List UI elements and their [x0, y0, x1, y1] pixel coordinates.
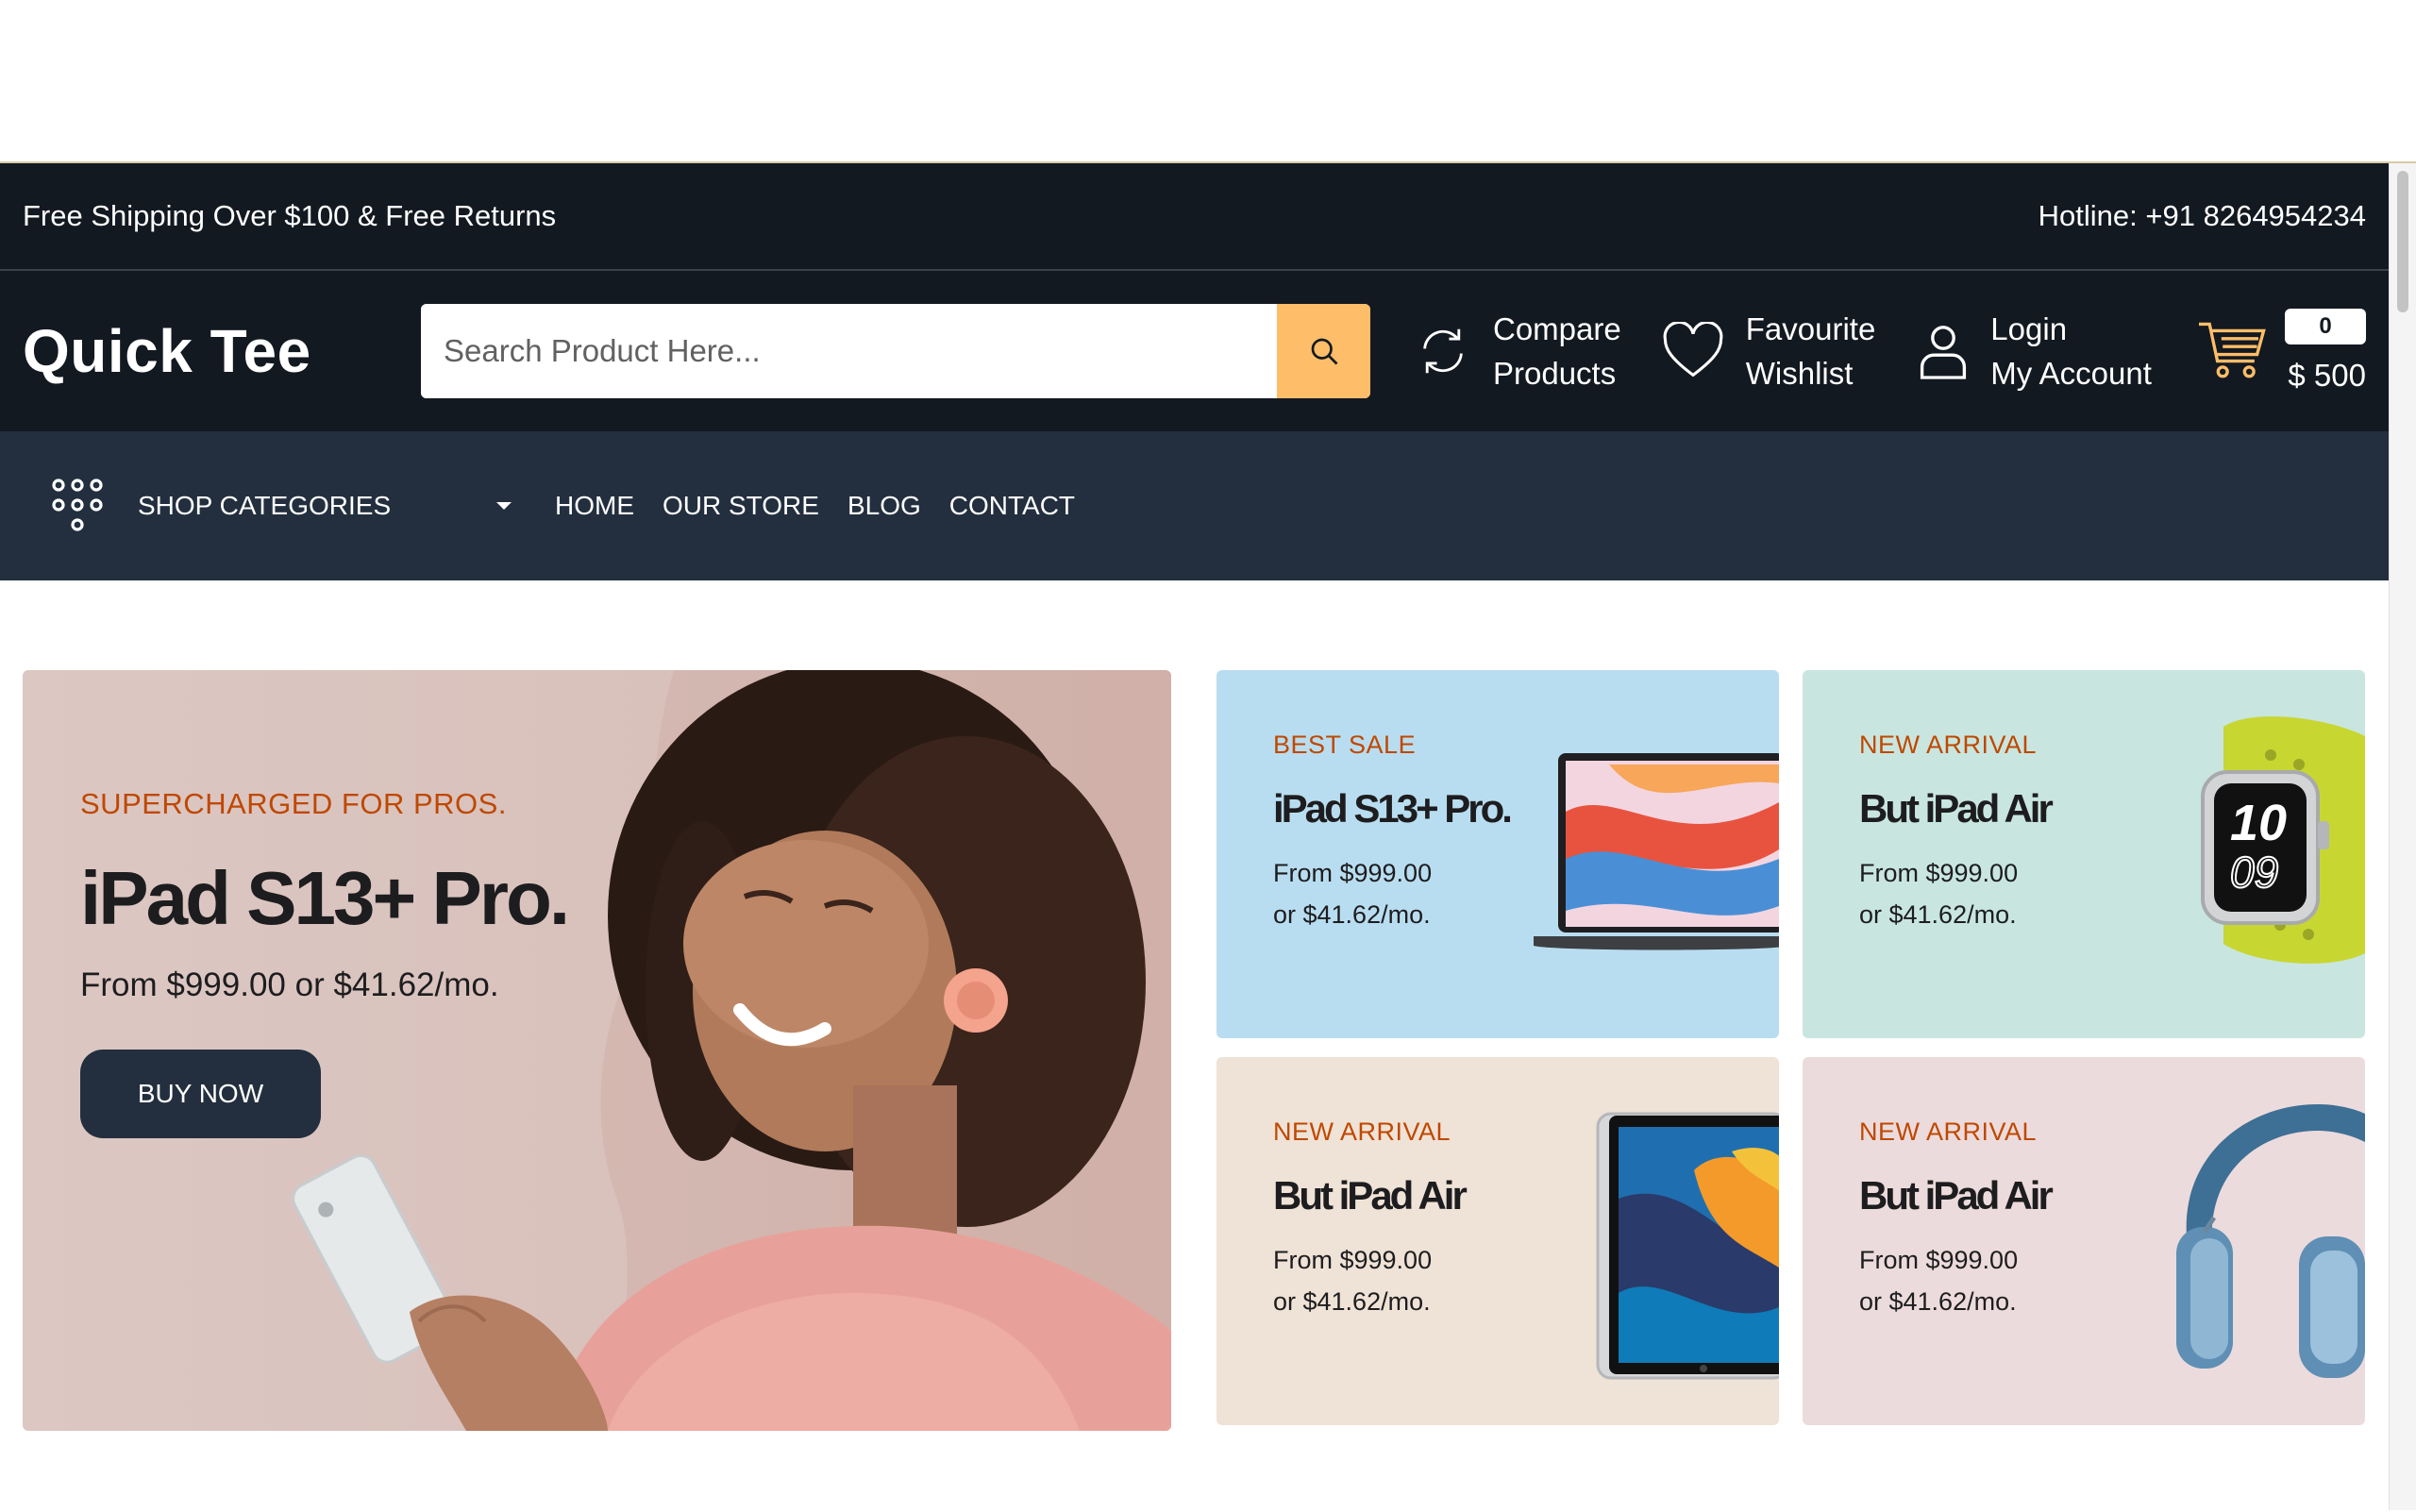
- nav-menu: HOME OUR STORE BLOG CONTACT: [555, 491, 1075, 521]
- card-price: From $999.00 or $41.62/mo.: [1859, 1239, 2051, 1322]
- scrollbar-thumb[interactable]: [2397, 171, 2408, 312]
- card-price-line1: From $999.00: [1859, 859, 2019, 887]
- hero-title: iPad S13+ Pro.: [80, 856, 570, 940]
- promo-card-new-arrival-watch[interactable]: 10 09 NEW ARRIVAL But iPad Air From $999…: [1803, 670, 2365, 1038]
- card-price-line2: or $41.62/mo.: [1859, 900, 2017, 929]
- nav-contact[interactable]: CONTACT: [949, 491, 1075, 521]
- card-price-line1: From $999.00: [1273, 1246, 1433, 1274]
- top-strip: Free Shipping Over $100 & Free Returns H…: [0, 163, 2389, 271]
- card-eyebrow: NEW ARRIVAL: [1859, 731, 2038, 759]
- card-title: iPad S13+ Pro.: [1273, 786, 1513, 831]
- hotline[interactable]: Hotline: +91 8264954234: [2038, 199, 2366, 233]
- hero-eyebrow: SUPERCHARGED FOR PROS.: [80, 787, 507, 820]
- account-line2: My Account: [1990, 356, 2152, 391]
- search-icon: [1311, 338, 1337, 365]
- card-price-line2: or $41.62/mo.: [1273, 1287, 1431, 1316]
- cart-button[interactable]: 0 $ 500: [2196, 309, 2366, 394]
- browser-blank-area: [0, 0, 2416, 163]
- site-logo[interactable]: Quick Tee: [23, 316, 421, 386]
- card-price-line1: From $999.00: [1859, 1246, 2019, 1274]
- main-header: Quick Tee Compare Products: [0, 271, 2389, 431]
- smartwatch-icon: 10 09: [2201, 716, 2365, 964]
- card-eyebrow: BEST SALE: [1273, 731, 1417, 759]
- cart-total: $ 500: [2288, 358, 2366, 393]
- laptop-icon: [1534, 753, 1779, 950]
- user-icon: [1917, 322, 1970, 380]
- heart-icon: [1661, 322, 1725, 380]
- nav-our-store[interactable]: OUR STORE: [663, 491, 819, 521]
- shipping-notice: Free Shipping Over $100 & Free Returns: [23, 199, 557, 232]
- promo-card-best-sale[interactable]: BEST SALE iPad S13+ Pro. From $999.00 or…: [1216, 670, 1779, 1038]
- shop-categories-label: SHOP CATEGORIES: [138, 491, 392, 520]
- chevron-down-icon: [496, 502, 512, 510]
- card-title: But iPad Air: [1859, 786, 2054, 831]
- card-price-line2: or $41.62/mo.: [1273, 900, 1431, 929]
- search-input[interactable]: [421, 304, 1277, 398]
- promo-card-new-arrival-headphones[interactable]: NEW ARRIVAL But iPad Air From $999.00 or…: [1803, 1057, 2365, 1425]
- card-price: From $999.00 or $41.62/mo.: [1273, 852, 1510, 935]
- nav-home[interactable]: HOME: [555, 491, 634, 521]
- hero-banner: SUPERCHARGED FOR PROS. iPad S13+ Pro. Fr…: [23, 670, 1171, 1431]
- vertical-scrollbar[interactable]: [2389, 163, 2416, 1510]
- card-eyebrow: NEW ARRIVAL: [1273, 1117, 1451, 1146]
- card-price: From $999.00 or $41.62/mo.: [1859, 852, 2051, 935]
- shop-categories-dropdown[interactable]: SHOP CATEGORIES: [49, 477, 555, 535]
- svg-text:09: 09: [2230, 848, 2278, 897]
- compare-line2: Products: [1493, 356, 1617, 391]
- headphones-icon: [2176, 1104, 2365, 1378]
- search-button[interactable]: [1277, 304, 1370, 398]
- search-bar: [421, 304, 1370, 398]
- card-price-line2: or $41.62/mo.: [1859, 1287, 2017, 1316]
- wishlist-line1: Favourite: [1745, 311, 1876, 346]
- compare-line1: Compare: [1493, 311, 1621, 346]
- card-title: But iPad Air: [1273, 1173, 1468, 1218]
- tablet-icon: [1596, 1112, 1779, 1380]
- promo-card-new-arrival-tablet[interactable]: NEW ARRIVAL But iPad Air From $999.00 or…: [1216, 1057, 1779, 1425]
- card-title: But iPad Air: [1859, 1173, 2054, 1218]
- categories-grid-icon: [52, 479, 103, 531]
- svg-text:10: 10: [2230, 795, 2287, 851]
- card-price-line1: From $999.00: [1273, 859, 1433, 887]
- compare-products-link[interactable]: Compare Products: [1414, 307, 1621, 395]
- main-content: SUPERCHARGED FOR PROS. iPad S13+ Pro. Fr…: [0, 580, 2389, 1512]
- wishlist-link[interactable]: Favourite Wishlist: [1661, 307, 1876, 395]
- account-line1: Login: [1990, 311, 2068, 346]
- cart-icon: [2196, 316, 2268, 387]
- compare-icon: [1414, 322, 1472, 380]
- nav-blog[interactable]: BLOG: [847, 491, 921, 521]
- buy-now-button[interactable]: BUY NOW: [80, 1050, 321, 1138]
- main-nav: SHOP CATEGORIES HOME OUR STORE BLOG CONT…: [0, 431, 2389, 580]
- hero-price: From $999.00 or $41.62/mo.: [80, 966, 499, 1003]
- account-link[interactable]: Login My Account: [1917, 307, 2152, 395]
- page: Free Shipping Over $100 & Free Returns H…: [0, 163, 2389, 1512]
- card-price: From $999.00 or $41.62/mo.: [1273, 1239, 1465, 1322]
- cart-count-badge: 0: [2285, 309, 2366, 344]
- card-eyebrow: NEW ARRIVAL: [1859, 1117, 2038, 1146]
- wishlist-line2: Wishlist: [1745, 356, 1854, 391]
